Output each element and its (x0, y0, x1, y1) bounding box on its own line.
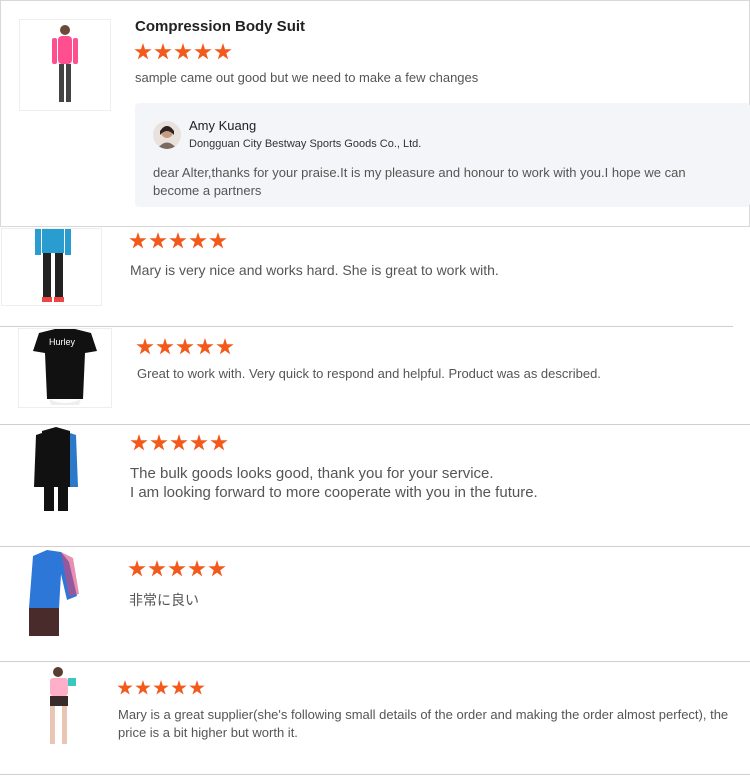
review-comment: I am looking forward to more cooperate w… (130, 484, 538, 501)
star-icon (134, 43, 152, 60)
star-rating (130, 434, 228, 452)
star-rating (117, 680, 205, 696)
star-icon (169, 232, 187, 249)
star-icon (176, 338, 194, 355)
avatar (153, 121, 181, 149)
divider (0, 424, 750, 425)
shirt-logo-text: Hurley (49, 337, 76, 347)
star-icon (190, 434, 208, 451)
star-icon (148, 560, 166, 577)
divider (0, 326, 733, 327)
product-title[interactable]: Compression Body Suit (135, 18, 305, 35)
star-rating (128, 560, 226, 578)
reply-company: Dongguan City Bestway Sports Goods Co., … (189, 138, 422, 150)
star-icon (196, 338, 214, 355)
star-icon (188, 560, 206, 577)
review-comment: Mary is a great supplier(she's following… (118, 707, 729, 740)
star-icon (154, 43, 172, 60)
review-comment: 非常に良い (129, 592, 199, 608)
star-icon (117, 680, 133, 695)
star-rating (134, 43, 232, 61)
star-icon (194, 43, 212, 60)
product-image[interactable]: Hurley (18, 328, 112, 408)
star-icon (214, 43, 232, 60)
pink-yoga-set-icon (50, 667, 76, 744)
star-icon (135, 680, 151, 695)
star-icon (156, 338, 174, 355)
blue-floral-rash-guard-icon (29, 550, 79, 636)
star-icon (150, 434, 168, 451)
review-comment: Mary is very nice and works hard. She is… (130, 262, 499, 278)
divider (0, 546, 750, 547)
star-icon (168, 560, 186, 577)
star-icon (136, 338, 154, 355)
review-comment: Great to work with. Very quick to respon… (137, 366, 601, 381)
star-icon (189, 680, 205, 695)
star-rating (136, 338, 234, 356)
star-icon (130, 434, 148, 451)
star-icon (170, 434, 188, 451)
product-image[interactable] (12, 427, 100, 515)
product-image[interactable] (1, 228, 102, 306)
reply-author: Amy Kuang (189, 118, 257, 133)
review-comment: The bulk goods looks good, thank you for… (130, 465, 494, 482)
divider (0, 774, 750, 775)
star-icon (153, 680, 169, 695)
product-image[interactable] (28, 666, 92, 750)
reply-text: dear Alter,thanks for your praise.It is … (153, 165, 686, 198)
star-icon (171, 680, 187, 695)
star-icon (209, 232, 227, 249)
review-comment: sample came out good but we need to make… (135, 70, 479, 85)
star-rating (129, 232, 227, 250)
star-icon (208, 560, 226, 577)
star-icon (128, 560, 146, 577)
star-icon (210, 434, 228, 451)
star-icon (216, 338, 234, 355)
star-icon (189, 232, 207, 249)
product-image[interactable] (19, 19, 111, 111)
star-icon (149, 232, 167, 249)
product-image[interactable] (15, 548, 97, 638)
black-long-sleeve-rash-guard-icon (34, 427, 78, 511)
star-icon (174, 43, 192, 60)
person-avatar-icon (157, 126, 177, 149)
pink-long-sleeve-suit-icon (52, 25, 78, 102)
star-icon (129, 232, 147, 249)
blue-rash-guard-icon (35, 229, 71, 302)
divider (0, 661, 750, 662)
